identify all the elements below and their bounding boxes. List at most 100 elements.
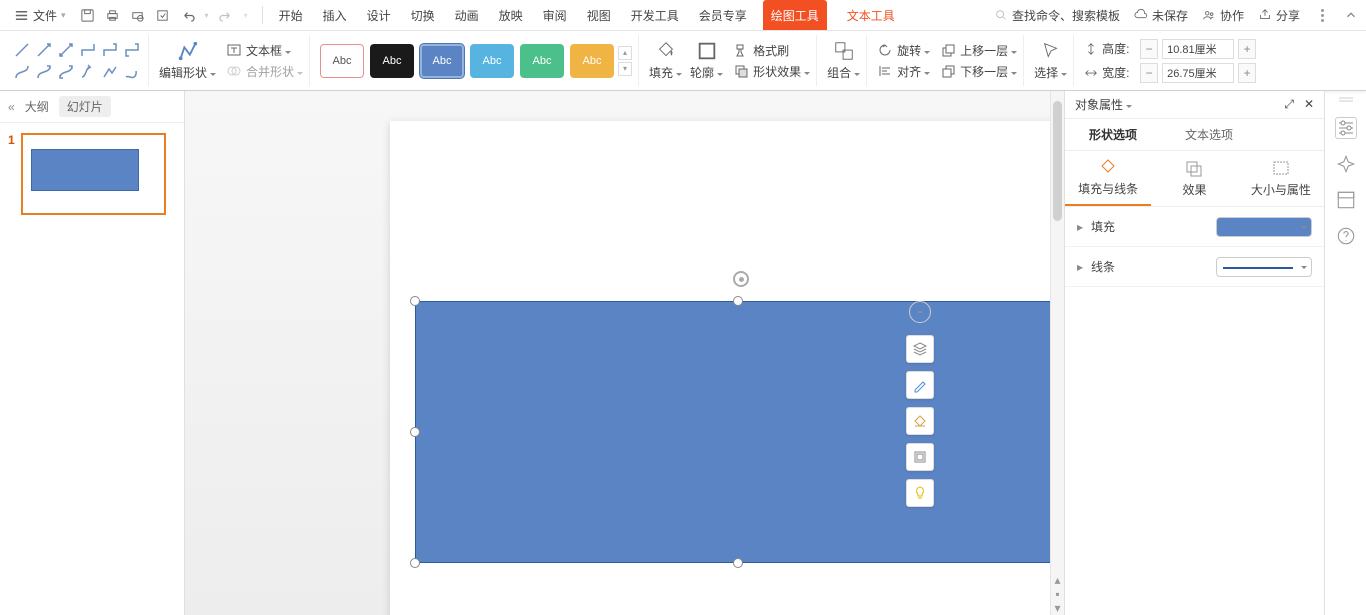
fill-color-picker[interactable] [1216, 217, 1312, 237]
fill-button[interactable]: 填充 [649, 40, 682, 81]
collab-button[interactable]: 协作 [1202, 7, 1244, 24]
tab-review[interactable]: 审阅 [533, 0, 577, 30]
rail-properties-icon[interactable] [1335, 117, 1357, 139]
fab-layers[interactable] [906, 335, 934, 363]
print-preview-icon[interactable] [130, 8, 145, 23]
rail-drag-icon[interactable] [1335, 97, 1357, 103]
height-dec[interactable]: − [1140, 39, 1158, 59]
style-1[interactable]: Abc [320, 44, 364, 78]
edit-shape-button[interactable]: 编辑形状 [159, 40, 216, 81]
undo-dropdown[interactable]: ▾ [205, 11, 209, 20]
rail-sparkle-icon[interactable] [1335, 153, 1357, 175]
redo-dropdown[interactable]: ▾ [244, 11, 248, 20]
rail-template-icon[interactable] [1335, 189, 1357, 211]
tab-devtools[interactable]: 开发工具 [621, 0, 689, 30]
print-icon[interactable] [105, 8, 120, 23]
style-gallery-scroll[interactable]: ▴ ▾ [618, 46, 632, 76]
effects-subtab[interactable]: 效果 [1151, 151, 1237, 206]
scrollbar-thumb[interactable] [1053, 101, 1062, 221]
style-3-selected[interactable]: Abc [420, 44, 464, 78]
close-panel-icon[interactable]: ✕ [1304, 97, 1314, 112]
people-icon [1202, 8, 1216, 22]
unsaved-button[interactable]: 未保存 [1134, 7, 1188, 24]
fab-crop[interactable] [906, 407, 934, 435]
fill-label: 填充 [1091, 218, 1115, 235]
export-icon[interactable] [155, 8, 170, 23]
height-inc[interactable]: + [1238, 39, 1256, 59]
file-menu[interactable]: 文件 ▾ [8, 7, 72, 24]
rotate-button[interactable]: 旋转 [877, 42, 930, 59]
file-label: 文件 [33, 7, 57, 24]
fill-row[interactable]: ▸ 填充 [1065, 207, 1324, 247]
size-props-subtab[interactable]: 大小与属性 [1238, 151, 1324, 206]
fab-idea[interactable] [906, 479, 934, 507]
style-2[interactable]: Abc [370, 44, 414, 78]
fab-collapse[interactable]: − [909, 301, 931, 323]
more-menu[interactable] [1314, 9, 1330, 22]
resize-handle-sw[interactable] [410, 558, 420, 568]
share-button[interactable]: 分享 [1258, 7, 1300, 24]
style-5[interactable]: Abc [520, 44, 564, 78]
tab-design[interactable]: 设计 [357, 0, 401, 30]
group-button[interactable]: 组合 [827, 40, 860, 81]
tab-transition[interactable]: 切换 [401, 0, 445, 30]
style-6[interactable]: Abc [570, 44, 614, 78]
rotation-handle[interactable] [733, 271, 749, 287]
slide-canvas[interactable]: − ▴ ▪ ▾ [185, 91, 1064, 615]
search-icon [994, 8, 1008, 22]
scroll-down-icon[interactable]: ▾ [1051, 601, 1064, 615]
shape-options-tab[interactable]: 形状选项 [1065, 119, 1161, 150]
line-shapes-gallery[interactable] [12, 40, 142, 82]
slides-tab[interactable]: 幻灯片 [59, 96, 111, 117]
resize-handle-s[interactable] [733, 558, 743, 568]
tab-drawing-tools[interactable]: 绘图工具 [763, 0, 827, 30]
tab-view[interactable]: 视图 [577, 0, 621, 30]
tab-slideshow[interactable]: 放映 [489, 0, 533, 30]
style-4[interactable]: Abc [470, 44, 514, 78]
shape-effect-button[interactable]: 形状效果 [733, 63, 810, 80]
fill-line-subtab[interactable]: 填充与线条 [1065, 151, 1151, 206]
save-icon[interactable] [80, 8, 95, 23]
tab-animation[interactable]: 动画 [445, 0, 489, 30]
bring-forward-button[interactable]: 上移一层 [940, 42, 1017, 59]
text-options-tab[interactable]: 文本选项 [1161, 119, 1257, 150]
fab-frame[interactable] [906, 443, 934, 471]
outline-button[interactable]: 轮廓 [690, 40, 723, 81]
scroll-up-icon[interactable]: ▴ [1051, 573, 1064, 587]
collapse-outline-icon[interactable]: « [8, 100, 15, 114]
collapse-ribbon-icon[interactable] [1344, 8, 1358, 22]
resize-handle-w[interactable] [410, 427, 420, 437]
panel-title[interactable]: 对象属性 [1075, 96, 1132, 113]
select-button[interactable]: 选择 [1034, 40, 1067, 81]
shape-style-gallery[interactable]: Abc Abc Abc Abc Abc Abc [320, 44, 614, 78]
pin-icon[interactable]: ⤢ [1284, 97, 1294, 112]
format-painter-button[interactable]: 格式刷 [733, 42, 810, 59]
slide-thumb-1[interactable]: 1 [8, 133, 176, 215]
outline-tab[interactable]: 大纲 [25, 98, 49, 115]
width-inc[interactable]: + [1238, 63, 1256, 83]
tab-insert[interactable]: 插入 [313, 0, 357, 30]
tab-text-tools[interactable]: 文本工具 [837, 0, 905, 30]
width-input[interactable] [1162, 63, 1234, 83]
align-button[interactable]: 对齐 [877, 63, 930, 80]
line-style-picker[interactable] [1216, 257, 1312, 277]
width-dec[interactable]: − [1140, 63, 1158, 83]
undo-icon[interactable] [180, 8, 195, 23]
line-row[interactable]: ▸ 线条 [1065, 247, 1324, 287]
scroll-mid-icon[interactable]: ▪ [1051, 587, 1064, 601]
search-box[interactable]: 查找命令、搜索模板 [994, 7, 1120, 24]
menu-icon [14, 8, 29, 23]
textbox-button[interactable]: 文本框 [226, 42, 303, 59]
resize-handle-nw[interactable] [410, 296, 420, 306]
redo-icon[interactable] [219, 8, 234, 23]
fab-edit[interactable] [906, 371, 934, 399]
resize-handle-n[interactable] [733, 296, 743, 306]
vertical-scrollbar[interactable]: ▴ ▪ ▾ [1050, 91, 1064, 615]
merge-shape-button[interactable]: 合并形状 [226, 63, 303, 80]
selected-rectangle-shape[interactable] [415, 301, 1062, 563]
send-backward-button[interactable]: 下移一层 [940, 63, 1017, 80]
rail-help-icon[interactable] [1335, 225, 1357, 247]
tab-home[interactable]: 开始 [269, 0, 313, 30]
tab-vip[interactable]: 会员专享 [689, 0, 757, 30]
height-input[interactable] [1162, 39, 1234, 59]
